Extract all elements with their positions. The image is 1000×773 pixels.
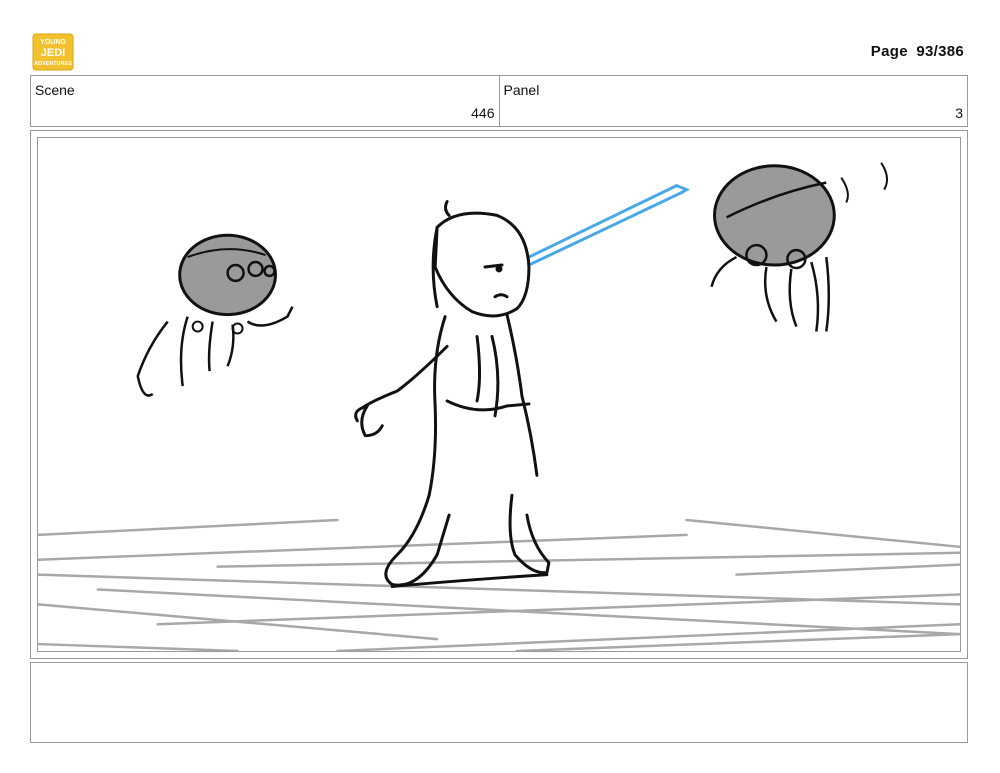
- storyboard-drawing: [37, 137, 961, 652]
- show-logo: YOUNG JEDI ADVENTURES: [32, 32, 74, 72]
- lightsaber-beam: [527, 184, 690, 267]
- panel-cell: Panel 3: [498, 76, 968, 126]
- page-label: Page: [870, 43, 908, 60]
- panel-value: 3: [955, 105, 963, 121]
- sketch-canvas: [38, 162, 960, 651]
- right-droid-sketch: [710, 162, 889, 332]
- scene-label: Scene: [35, 82, 75, 98]
- scene-cell: Scene 446: [31, 76, 499, 126]
- svg-text:ADVENTURES: ADVENTURES: [34, 61, 72, 67]
- scene-value: 446: [471, 105, 495, 121]
- floor-grid: [38, 518, 960, 651]
- panel-notes-box: [30, 662, 968, 743]
- storyboard-panel: [30, 130, 968, 659]
- jedi-character-sketch: [354, 200, 551, 588]
- panel-label: Panel: [503, 82, 540, 98]
- scene-panel-header: Scene 446 Panel 3: [30, 75, 968, 127]
- svg-text:JEDI: JEDI: [41, 47, 65, 59]
- left-droid-sketch: [136, 233, 294, 397]
- page-number: Page 93/386: [867, 43, 964, 60]
- svg-text:YOUNG: YOUNG: [40, 39, 66, 46]
- page-value: 93/386: [916, 43, 964, 60]
